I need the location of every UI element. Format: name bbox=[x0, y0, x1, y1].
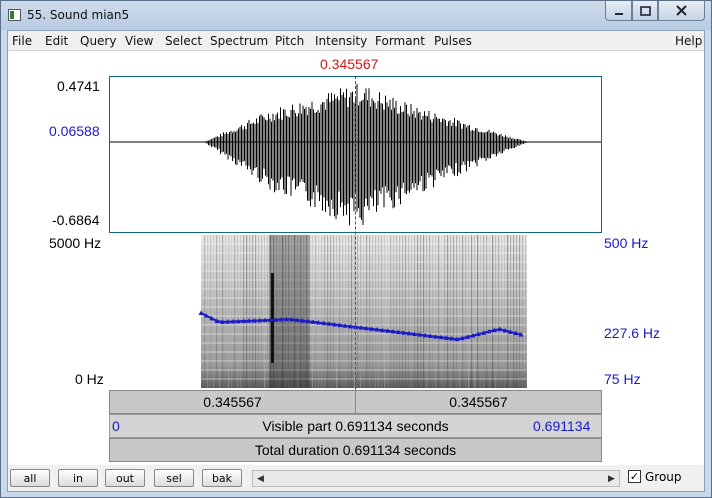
praat-app-icon bbox=[8, 9, 21, 21]
close-icon bbox=[676, 5, 687, 16]
menu-edit[interactable]: Edit bbox=[45, 34, 68, 48]
pitch-min-label: 75 Hz bbox=[604, 371, 641, 387]
spectrogram-max-freq-label: 5000 Hz bbox=[49, 235, 102, 251]
right-segment-duration[interactable]: 0.345567 bbox=[356, 391, 601, 413]
total-duration-label: Total duration 0.691134 seconds bbox=[254, 442, 457, 458]
maximize-icon bbox=[639, 5, 651, 16]
visible-part-label: Visible part 0.691134 seconds bbox=[262, 418, 449, 434]
group-label: Group bbox=[645, 470, 682, 484]
waveform-mid-label: 0.06588 bbox=[49, 123, 100, 139]
menu-spectrum[interactable]: Spectrum bbox=[210, 34, 268, 48]
selection-time-bar[interactable]: 0.345567 0.345567 bbox=[109, 390, 602, 414]
total-duration-bar[interactable]: Total duration 0.691134 seconds bbox=[109, 438, 602, 462]
menu-formant[interactable]: Formant bbox=[375, 34, 425, 48]
cursor-time-label: 0.345567 bbox=[320, 56, 379, 72]
spectrogram-striations bbox=[201, 235, 527, 388]
maximize-button[interactable] bbox=[632, 1, 658, 21]
close-button[interactable] bbox=[658, 1, 705, 21]
menu-query[interactable]: Query bbox=[80, 34, 116, 48]
menu-select[interactable]: Select bbox=[165, 34, 202, 48]
title-bar[interactable]: 55. Sound mian5 bbox=[1, 1, 711, 30]
spectrogram-min-freq-label: 0 Hz bbox=[75, 371, 104, 387]
horizontal-scrollbar[interactable]: ◀ ▶ bbox=[252, 470, 620, 487]
zoom-back-button[interactable]: bak bbox=[202, 469, 242, 487]
menu-intensity[interactable]: Intensity bbox=[315, 34, 367, 48]
cursor-line bbox=[355, 76, 356, 390]
pitch-current-label: 227.6 Hz bbox=[604, 325, 661, 341]
bottom-controls: all in out sel bak ◀ ▶ ✓ Group bbox=[8, 465, 704, 491]
left-segment-duration[interactable]: 0.345567 bbox=[110, 391, 355, 413]
waveform-max-label: 0.4741 bbox=[57, 78, 100, 94]
scroll-left-arrow-icon[interactable]: ◀ bbox=[253, 471, 268, 486]
minimize-icon bbox=[614, 12, 623, 15]
zoom-in-button[interactable]: in bbox=[58, 469, 98, 487]
visible-end-time: 0.691134 bbox=[533, 418, 591, 434]
menu-file[interactable]: File bbox=[12, 34, 32, 48]
waveform-trace bbox=[205, 83, 527, 226]
menu-pitch[interactable]: Pitch bbox=[275, 34, 304, 48]
menu-help[interactable]: Help bbox=[675, 34, 702, 48]
menu-pulses[interactable]: Pulses bbox=[434, 34, 472, 48]
zoom-to-selection-button[interactable]: sel bbox=[154, 469, 194, 487]
visible-part-bar[interactable]: Visible part 0.691134 seconds bbox=[109, 414, 602, 438]
show-all-button[interactable]: all bbox=[10, 469, 50, 487]
menu-bar: File Edit Query View Select Spectrum Pit… bbox=[8, 31, 704, 51]
group-checkbox[interactable]: ✓ bbox=[628, 470, 641, 483]
scroll-right-arrow-icon[interactable]: ▶ bbox=[604, 471, 619, 486]
menu-view[interactable]: View bbox=[125, 34, 153, 48]
visible-start-time: 0 bbox=[112, 418, 120, 434]
zoom-out-button[interactable]: out bbox=[105, 469, 145, 487]
pitch-max-label: 500 Hz bbox=[604, 235, 649, 251]
minimize-button[interactable] bbox=[605, 1, 632, 21]
window-title: 55. Sound mian5 bbox=[27, 8, 130, 22]
waveform-min-label: -0.6864 bbox=[52, 212, 100, 228]
